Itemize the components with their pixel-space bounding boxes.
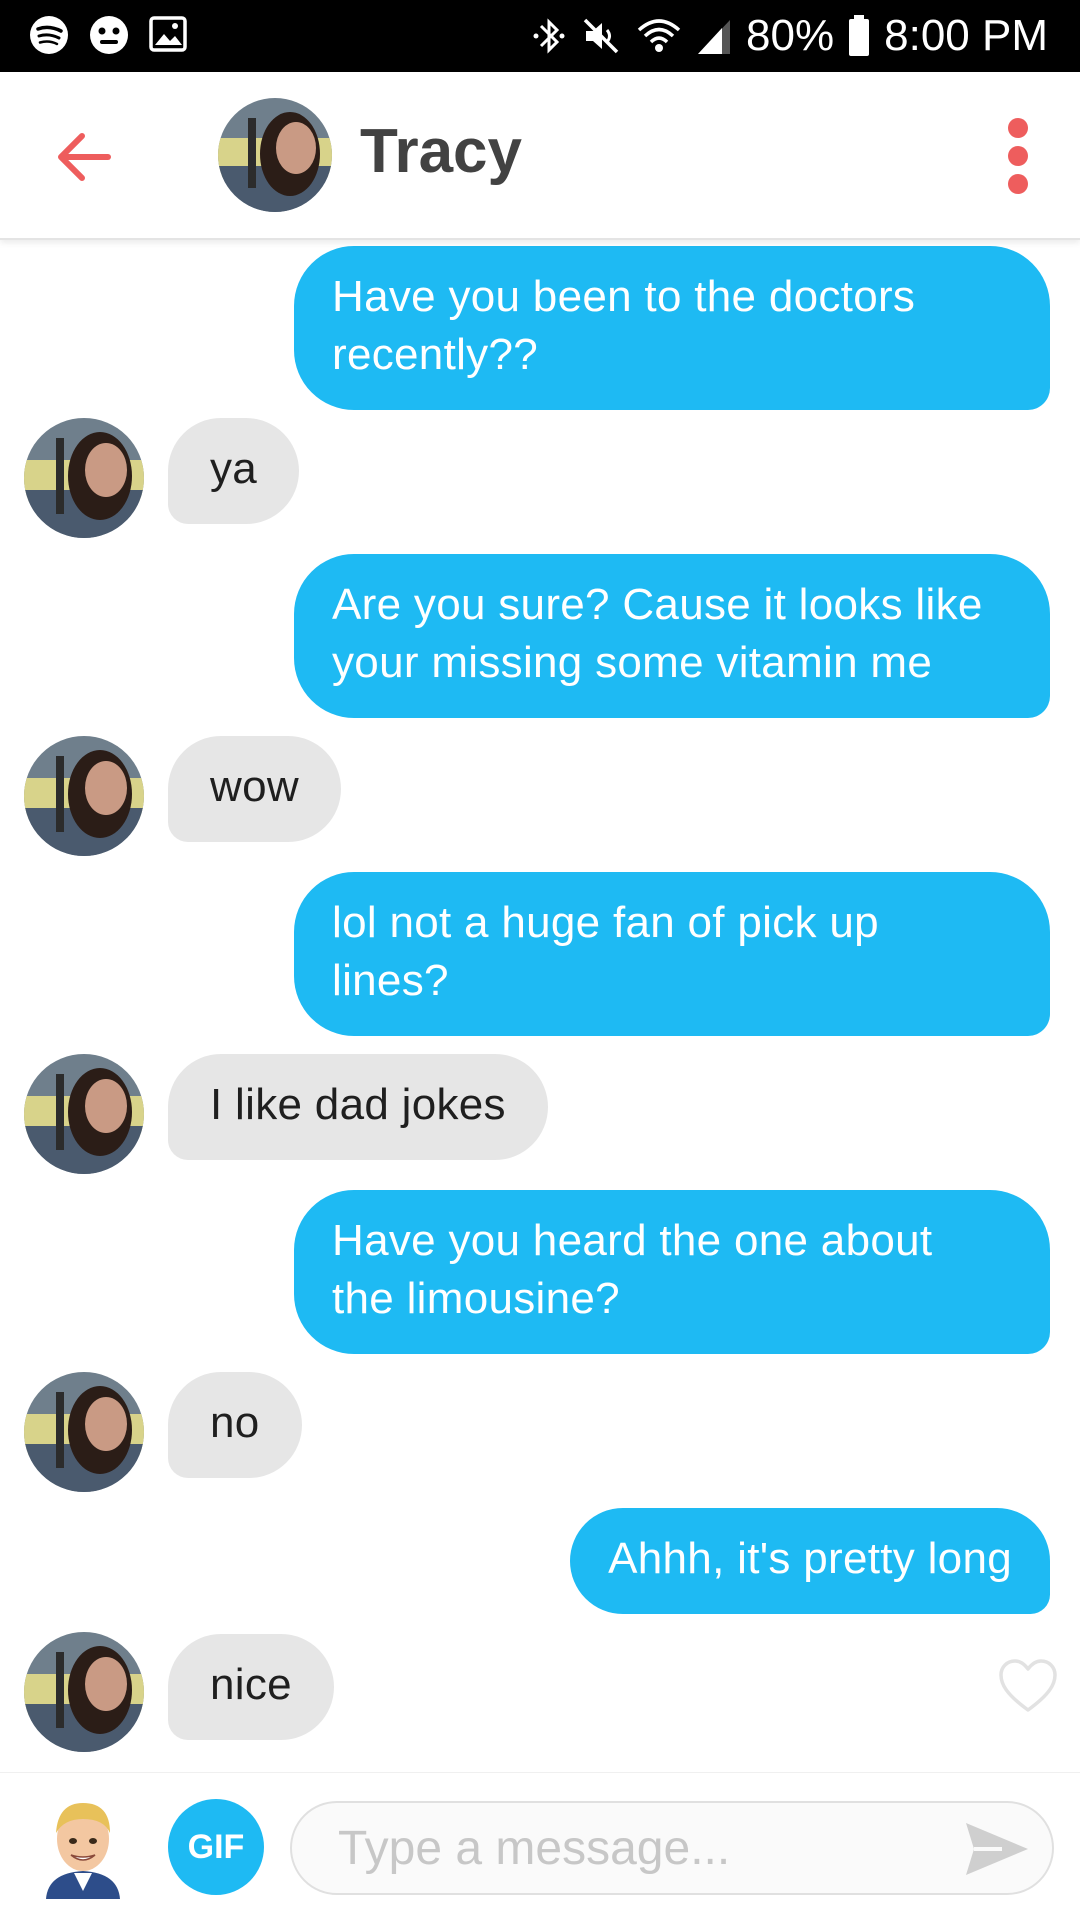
- bitmoji-icon[interactable]: [38, 1795, 128, 1899]
- send-icon[interactable]: [962, 1819, 1032, 1879]
- received-message[interactable]: I like dad jokes: [168, 1054, 548, 1160]
- sent-message[interactable]: Ahhh, it's pretty long: [570, 1508, 1050, 1614]
- spotify-icon: [30, 16, 68, 54]
- contact-avatar[interactable]: [24, 736, 144, 856]
- message-composer: GIF: [0, 1772, 1080, 1920]
- signal-icon: [698, 20, 731, 54]
- contact-avatar[interactable]: [218, 98, 332, 212]
- contact-avatar[interactable]: [24, 418, 144, 538]
- bluetooth-icon: [533, 18, 565, 54]
- back-arrow-icon[interactable]: [50, 122, 120, 192]
- received-message[interactable]: ya: [168, 418, 300, 524]
- sent-message[interactable]: Have you been to the doctors recently??: [294, 246, 1050, 410]
- gif-button[interactable]: GIF: [168, 1799, 264, 1895]
- clock: 8:00 PM: [884, 11, 1048, 60]
- mute-icon: [583, 18, 619, 54]
- battery-icon: [849, 15, 870, 56]
- status-bar: 80% 8:00 PM: [0, 0, 1080, 72]
- contact-name[interactable]: Tracy: [360, 114, 522, 190]
- contact-avatar[interactable]: [24, 1054, 144, 1174]
- received-message[interactable]: wow: [168, 736, 341, 842]
- contact-avatar[interactable]: [24, 1372, 144, 1492]
- more-vertical-icon[interactable]: [996, 118, 1040, 194]
- contact-avatar[interactable]: [24, 1632, 144, 1752]
- wifi-icon: [637, 19, 681, 52]
- received-message[interactable]: nice: [168, 1634, 334, 1740]
- chat-header: Tracy: [0, 72, 1080, 240]
- battery-percent: 80%: [746, 11, 835, 60]
- image-icon: [149, 16, 187, 52]
- face-icon: [90, 16, 128, 54]
- message-input[interactable]: [290, 1801, 1054, 1895]
- message-thread[interactable]: Have you been to the doctors recently?? …: [0, 242, 1080, 1772]
- sent-message[interactable]: lol not a huge fan of pick up lines?: [294, 872, 1050, 1036]
- received-message[interactable]: no: [168, 1372, 302, 1478]
- heart-icon[interactable]: [998, 1658, 1058, 1714]
- sent-message[interactable]: Are you sure? Cause it looks like your m…: [294, 554, 1050, 718]
- sent-message[interactable]: Have you heard the one about the limousi…: [294, 1190, 1050, 1354]
